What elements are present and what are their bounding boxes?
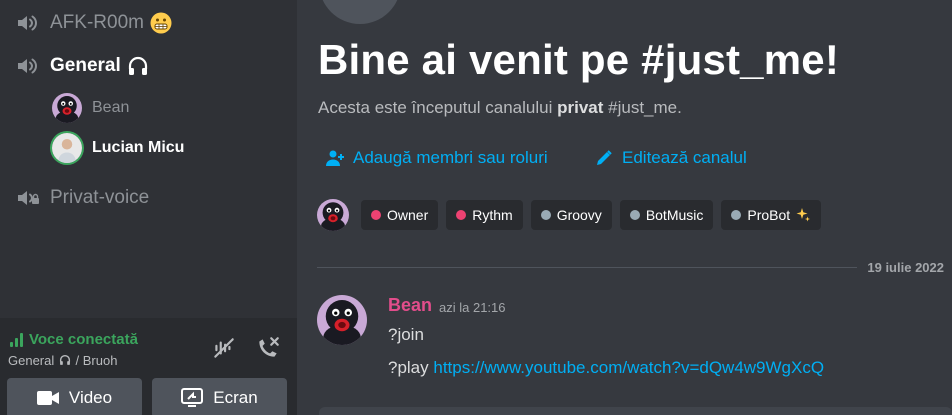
intro-bold: privat xyxy=(557,98,604,117)
chat-area: Bine ai venit pe #just_me! Acesta este î… xyxy=(297,0,952,415)
role-pill-botmusic[interactable]: BotMusic xyxy=(619,200,714,230)
message-line: ?join xyxy=(388,325,424,344)
message-input[interactable] xyxy=(319,407,952,415)
edit-channel-link[interactable]: Editează canalul xyxy=(594,148,747,168)
message-text: ?play xyxy=(388,358,429,377)
role-name: ProBot xyxy=(747,207,791,223)
avatar[interactable] xyxy=(317,199,349,231)
channel-intro: Acesta este începutul canalului privat #… xyxy=(318,98,682,118)
message-link[interactable]: https://www.youtube.com/watch?v=dQw4w9Wg… xyxy=(433,358,824,377)
add-members-label: Adaugă membri sau roluri xyxy=(353,148,548,167)
avatar xyxy=(52,93,82,123)
video-button-label: Video xyxy=(68,388,113,407)
add-members-link[interactable]: Adaugă membri sau roluri xyxy=(325,148,548,168)
role-name: BotMusic xyxy=(645,207,704,223)
role-name: Groovy xyxy=(556,207,602,223)
headphones-icon xyxy=(128,56,147,75)
channel-name: Privat-voice xyxy=(50,187,150,208)
noise-suppression-icon[interactable] xyxy=(211,335,237,361)
message-avatar[interactable] xyxy=(317,295,367,345)
voice-channel-afk[interactable]: AFK-R00m xyxy=(16,7,172,39)
signal-icon[interactable] xyxy=(10,332,23,347)
member-name: Lucian Micu xyxy=(92,139,185,156)
intro-suffix: #just_me. xyxy=(608,98,682,117)
channel-icon xyxy=(319,0,401,24)
role-color-dot xyxy=(540,210,551,220)
speaker-icon xyxy=(16,56,40,76)
voice-status-label[interactable]: Voce conectată xyxy=(29,331,138,348)
channel-name: AFK-R00m xyxy=(50,12,144,33)
member-name: Bean xyxy=(92,99,130,116)
location-separator: / xyxy=(75,353,80,368)
voice-channel-general[interactable]: General xyxy=(16,50,149,82)
locked-speaker-icon xyxy=(18,191,39,205)
channel-name: General xyxy=(50,55,121,76)
edit-channel-label: Editează canalul xyxy=(622,148,747,167)
role-pill-owner[interactable]: Owner xyxy=(361,200,439,230)
role-color-dot xyxy=(731,210,742,220)
channel-sidebar: AFK-R00m General Bean Lucian Micu Privat… xyxy=(0,0,297,415)
avatar xyxy=(52,133,82,163)
screen-share-label: Ecran xyxy=(213,388,258,407)
screen-share-button[interactable]: Ecran xyxy=(152,378,287,415)
role-color-dot xyxy=(456,210,467,220)
location-server: Bruoh xyxy=(82,353,118,368)
role-color-dot xyxy=(629,210,640,220)
sparkles-icon xyxy=(796,208,811,222)
message-author[interactable]: Bean xyxy=(388,295,432,316)
message-line: ?play https://www.youtube.com/watch?v=dQ… xyxy=(388,358,824,378)
date-separator: 19 iulie 2022 xyxy=(861,260,944,275)
voice-member-lucian-micu[interactable]: Lucian Micu xyxy=(52,133,184,163)
page-title: Bine ai venit pe #just_me! xyxy=(318,36,840,83)
role-pill-probot[interactable]: ProBot xyxy=(721,200,822,230)
role-pill-rythm[interactable]: Rythm xyxy=(446,200,523,230)
voice-connection-panel: Voce conectată General / Bruoh Video Ecr… xyxy=(0,318,297,415)
add-person-icon xyxy=(326,150,344,166)
disconnect-icon[interactable] xyxy=(255,335,281,361)
voice-location[interactable]: General / Bruoh xyxy=(8,353,117,368)
headphones-icon xyxy=(59,354,70,365)
role-name: Rythm xyxy=(472,207,513,223)
speaker-icon xyxy=(16,13,40,33)
voice-channel-privat[interactable]: Privat-voice xyxy=(16,182,149,214)
role-name: Owner xyxy=(387,207,429,223)
voice-member-bean[interactable]: Bean xyxy=(52,93,129,123)
camera-icon xyxy=(36,391,59,405)
pencil-icon xyxy=(597,150,612,165)
screen-share-icon xyxy=(181,388,204,407)
channel-access-roles: Owner Rythm Groovy BotMusic ProBot xyxy=(317,199,829,231)
video-button[interactable]: Video xyxy=(7,378,142,415)
role-pill-groovy[interactable]: Groovy xyxy=(530,200,612,230)
date-divider xyxy=(317,267,857,268)
voice-status: Voce conectată xyxy=(10,331,138,348)
message-timestamp: azi la 21:16 xyxy=(439,300,506,315)
location-channel: General xyxy=(8,353,55,368)
grimacing-face-icon xyxy=(150,12,172,34)
intro-prefix: Acesta este începutul canalului xyxy=(318,98,553,117)
role-color-dot xyxy=(371,210,381,220)
